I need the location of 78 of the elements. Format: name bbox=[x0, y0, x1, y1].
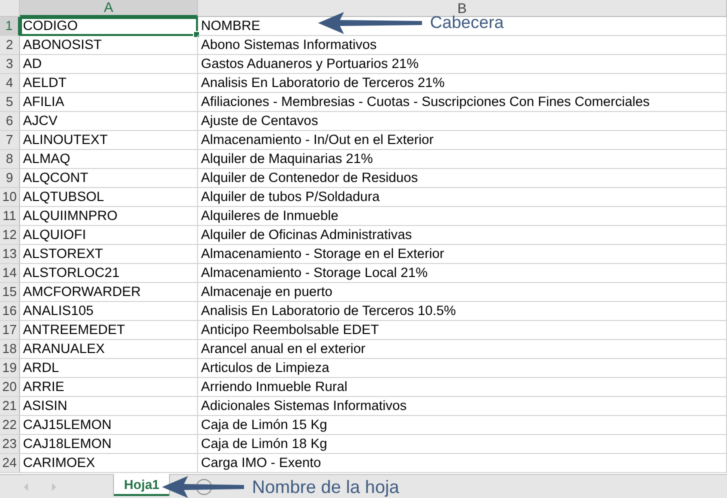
table-cell: Alquileres de Inmueble bbox=[198, 207, 727, 226]
row-header[interactable]: 11 bbox=[0, 207, 20, 226]
table-cell: ALQUIOFI bbox=[20, 226, 198, 245]
table-cell: ASISIN bbox=[20, 397, 198, 416]
table-cell: ANALIS105 bbox=[20, 302, 198, 321]
annotation-label: Nombre de la hoja bbox=[252, 476, 400, 498]
row-header[interactable]: 6 bbox=[0, 112, 20, 131]
table-cell: CAJ18LEMON bbox=[20, 435, 198, 454]
table-cell: ALQCONT bbox=[20, 169, 198, 188]
table-cell: Almacenamiento - Storage en el Exterior bbox=[198, 245, 727, 264]
table-cell: Ajuste de Centavos bbox=[198, 112, 727, 131]
table-cell: Afiliaciones - Membresias - Cuotas - Suscripciones Con Fines Comerciales bbox=[198, 93, 727, 112]
row-header[interactable]: 19 bbox=[0, 359, 20, 378]
table-cell: Alquiler de Maquinarias 21% bbox=[198, 150, 727, 169]
table-cell: Almacenamiento - In/Out en el Exterior bbox=[198, 131, 727, 150]
table-cell: Caja de Limón 15 Kg bbox=[198, 416, 727, 435]
table-cell: AMCFORWARDER bbox=[20, 283, 198, 302]
row-header[interactable]: 24 bbox=[0, 454, 20, 473]
table-cell: ALQUIIMNPRO bbox=[20, 207, 198, 226]
table-cell: CODIGO bbox=[20, 17, 198, 36]
row-header[interactable]: 20 bbox=[0, 378, 20, 397]
row-header[interactable]: 22 bbox=[0, 416, 20, 435]
row-header[interactable]: 23 bbox=[0, 435, 20, 454]
table-cell: AD bbox=[20, 55, 198, 74]
table-cell: ABONOSIST bbox=[20, 36, 198, 55]
table-cell: CARIMOEX bbox=[20, 454, 198, 473]
table-cell: Gastos Aduaneros y Portuarios 21% bbox=[198, 55, 727, 74]
table-cell: ALINOUTEXT bbox=[20, 131, 198, 150]
row-header[interactable]: 9 bbox=[0, 169, 20, 188]
table-cell: Arancel anual en el exterior bbox=[198, 340, 727, 359]
table-cell: Analisis En Laboratorio de Terceros 10.5% bbox=[198, 302, 727, 321]
row-header[interactable]: 7 bbox=[0, 131, 20, 150]
table-cell: ARANUALEX bbox=[20, 340, 198, 359]
table-cell: Arriendo Inmueble Rural bbox=[198, 378, 727, 397]
row-header[interactable]: 21 bbox=[0, 397, 20, 416]
table-cell: ALSTORLOC21 bbox=[20, 264, 198, 283]
row-header[interactable]: 4 bbox=[0, 74, 20, 93]
row-header[interactable]: 17 bbox=[0, 321, 20, 340]
table-cell: ARRIE bbox=[20, 378, 198, 397]
column-header[interactable]: B bbox=[198, 0, 727, 17]
table-cell: AFILIA bbox=[20, 93, 198, 112]
row-header[interactable]: 5 bbox=[0, 93, 20, 112]
table-cell: ARDL bbox=[20, 359, 198, 378]
table-cell: Abono Sistemas Informativos bbox=[198, 36, 727, 55]
table-cell: Carga IMO - Exento bbox=[198, 454, 727, 473]
row-header[interactable]: 3 bbox=[0, 55, 20, 74]
table-cell: ALSTOREXT bbox=[20, 245, 198, 264]
row-header[interactable]: 18 bbox=[0, 340, 20, 359]
table-cell: ALQTUBSOL bbox=[20, 188, 198, 207]
row-header[interactable]: 10 bbox=[0, 188, 20, 207]
scroll-right-icon[interactable] bbox=[50, 482, 58, 492]
row-header[interactable]: 14 bbox=[0, 264, 20, 283]
table-cell: Adicionales Sistemas Informativos bbox=[198, 397, 727, 416]
table-cell: Analisis En Laboratorio de Terceros 21% bbox=[198, 74, 727, 93]
table-cell: ANTREEMEDET bbox=[20, 321, 198, 340]
column-header[interactable]: A bbox=[20, 0, 198, 17]
table-cell: Alquiler de Contenedor de Residuos bbox=[198, 169, 727, 188]
sheet-tab[interactable]: Hoja1 bbox=[114, 474, 170, 496]
table-cell: ALMAQ bbox=[20, 150, 198, 169]
row-header[interactable]: 16 bbox=[0, 302, 20, 321]
row-header[interactable]: 1 bbox=[0, 17, 20, 36]
table-cell: Articulos de Limpieza bbox=[198, 359, 727, 378]
table-cell: Almacenaje en puerto bbox=[198, 283, 727, 302]
table-cell: Alquiler de Oficinas Administrativas bbox=[198, 226, 727, 245]
row-header[interactable]: 15 bbox=[0, 283, 20, 302]
table-cell: Anticipo Reembolsable EDET bbox=[198, 321, 727, 340]
row-header[interactable]: 2 bbox=[0, 36, 20, 55]
scroll-left-icon[interactable] bbox=[22, 482, 30, 492]
table-cell: Alquiler de tubos P/Soldadura bbox=[198, 188, 727, 207]
table-cell: AJCV bbox=[20, 112, 198, 131]
row-header[interactable]: 12 bbox=[0, 226, 20, 245]
row-header[interactable]: 13 bbox=[0, 245, 20, 264]
table-cell: CAJ15LEMON bbox=[20, 416, 198, 435]
table-cell: AELDT bbox=[20, 74, 198, 93]
select-all-corner[interactable] bbox=[0, 0, 20, 17]
row-header[interactable]: 8 bbox=[0, 150, 20, 169]
table-cell: Almacenamiento - Storage Local 21% bbox=[198, 264, 727, 283]
table-cell: Caja de Limón 18 Kg bbox=[198, 435, 727, 454]
